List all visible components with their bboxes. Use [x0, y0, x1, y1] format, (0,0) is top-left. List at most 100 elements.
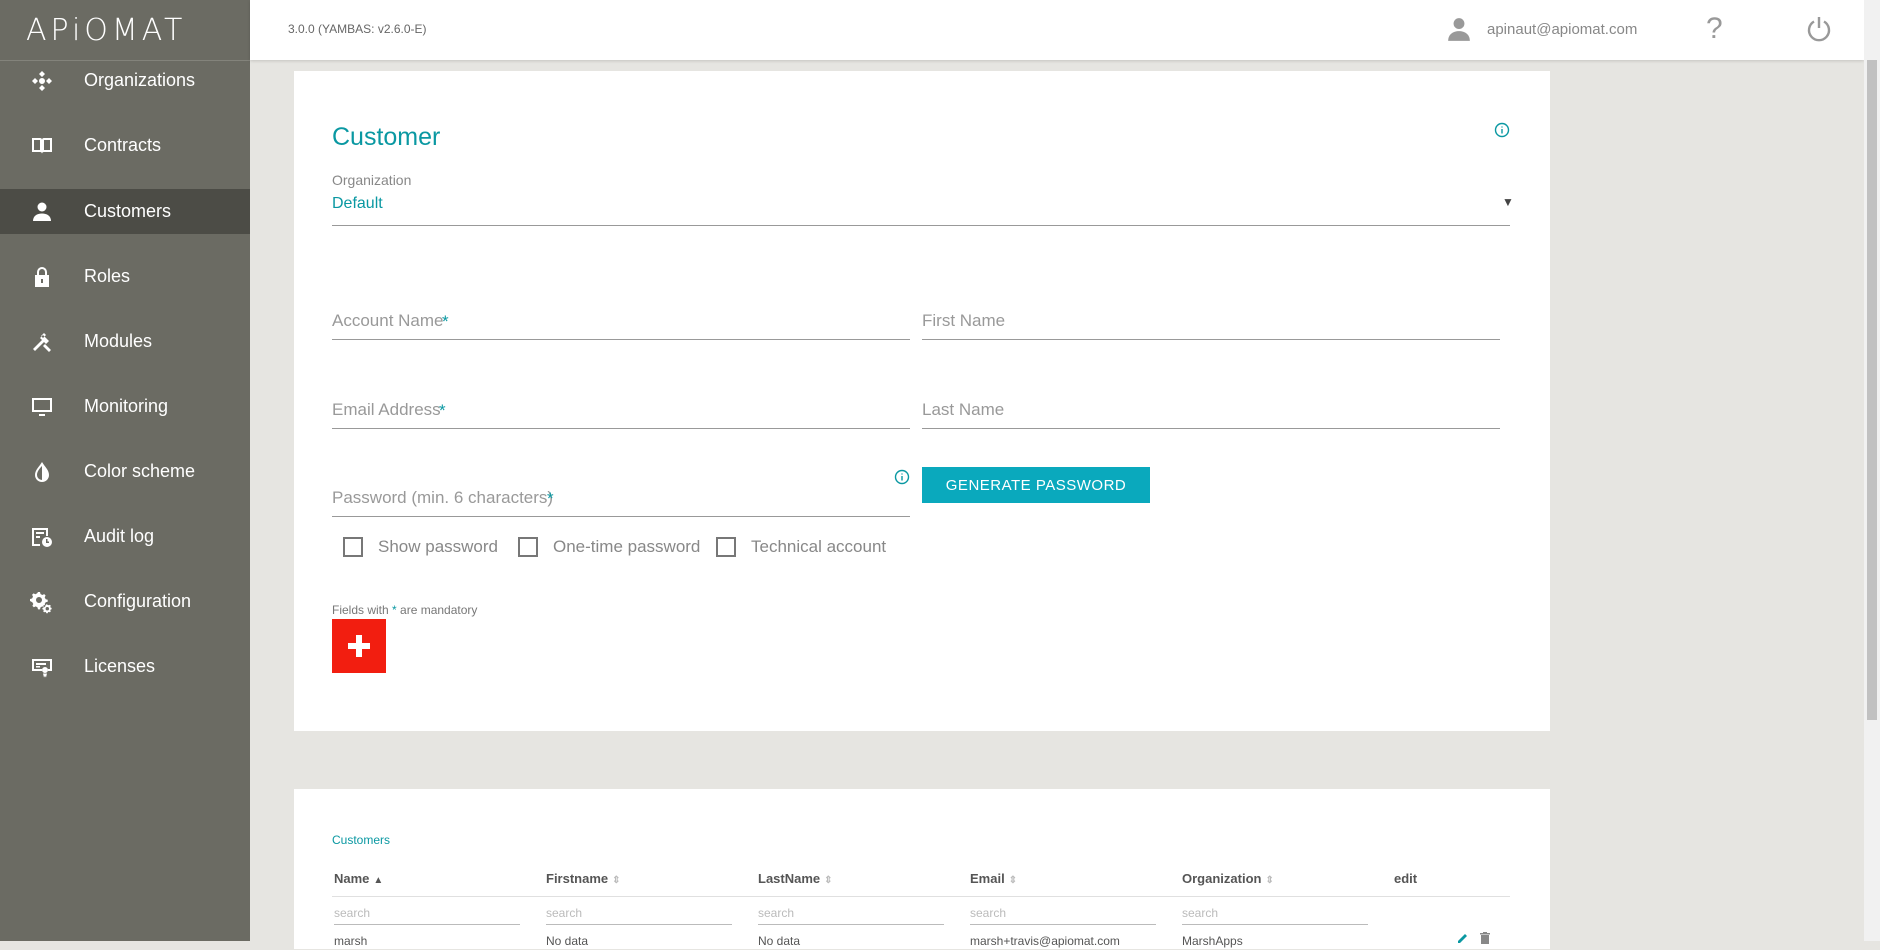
cell-name: marsh	[334, 934, 368, 948]
cell-organization: MarshApps	[1182, 934, 1243, 948]
sidebar-item-roles[interactable]: Roles	[0, 254, 250, 299]
cell-email: marsh+travis@apiomat.com	[970, 934, 1120, 948]
search-filter-firstname[interactable]	[546, 904, 732, 925]
search-input[interactable]	[758, 906, 944, 920]
page-scrollbar[interactable]	[1864, 0, 1880, 941]
caret-down-icon[interactable]: ▼	[1502, 195, 1514, 209]
password-info-icon[interactable]	[894, 469, 910, 485]
sidebar-item-organizations[interactable]: Organizations	[0, 58, 250, 103]
column-label: Organization	[1182, 871, 1262, 886]
column-header-lastname[interactable]: LastName ⇕	[758, 871, 833, 886]
organizations-icon	[28, 67, 56, 95]
sidebar-item-configuration[interactable]: Configuration	[0, 579, 250, 624]
technical-account-checkbox[interactable]: Technical account	[716, 537, 886, 557]
sidebar-item-label: Monitoring	[84, 396, 169, 416]
license-icon	[28, 653, 56, 681]
column-label: Firstname	[546, 871, 609, 886]
first-name-field[interactable]	[922, 311, 1500, 340]
column-label: LastName	[758, 871, 821, 886]
book-icon	[28, 132, 56, 160]
customer-form-card: Customer Organization Default ▼ * * * GE…	[294, 71, 1550, 731]
one-time-password-checkbox[interactable]: One-time password	[518, 537, 700, 557]
search-filter-email[interactable]	[970, 904, 1156, 925]
column-label: Name	[334, 871, 370, 886]
sidebar-item-label: Color scheme	[84, 461, 196, 481]
search-input[interactable]	[970, 906, 1156, 920]
search-filter-name[interactable]	[334, 904, 520, 925]
info-icon[interactable]	[1494, 122, 1510, 138]
required-mark: *	[439, 401, 446, 420]
help-icon[interactable]: ?	[1706, 12, 1723, 46]
sidebar-item-label: Roles	[84, 266, 131, 286]
sidebar-item-label: Customers	[84, 201, 172, 221]
sidebar-item-label: Licenses	[84, 656, 156, 676]
checkbox-box[interactable]	[518, 537, 538, 557]
power-icon[interactable]	[1804, 14, 1834, 44]
search-input[interactable]	[334, 906, 520, 920]
add-customer-button[interactable]	[332, 619, 386, 673]
email-input[interactable]	[332, 400, 910, 420]
sidebar-item-customers[interactable]: Customers	[0, 189, 250, 234]
column-header-name[interactable]: Name ▲	[334, 871, 383, 886]
gears-icon	[28, 588, 56, 616]
organization-underline	[332, 225, 1510, 226]
sidebar-item-licenses[interactable]: Licenses	[0, 644, 250, 689]
search-filter-organization[interactable]	[1182, 904, 1368, 925]
sidebar-item-label: Modules	[84, 331, 153, 351]
trash-icon[interactable]	[1478, 931, 1492, 945]
search-input[interactable]	[1182, 906, 1368, 920]
form-title: Customer	[332, 123, 441, 151]
organization-select[interactable]: Default	[332, 195, 383, 213]
show-password-checkbox[interactable]: Show password	[343, 537, 498, 557]
sidebar-item-color-scheme[interactable]: Color scheme	[0, 449, 250, 494]
table-header-divider	[332, 896, 1510, 897]
audit-icon	[28, 523, 56, 551]
search-input[interactable]	[546, 906, 732, 920]
monitor-icon	[28, 393, 56, 421]
last-name-input[interactable]	[922, 400, 1500, 420]
sidebar-item-contracts[interactable]: Contracts	[0, 123, 250, 168]
search-filter-lastname[interactable]	[758, 904, 944, 925]
lock-icon	[28, 263, 56, 291]
password-input[interactable]	[332, 488, 910, 508]
password-field[interactable]: *	[332, 488, 910, 517]
sort-up-icon[interactable]: ▲	[373, 875, 383, 886]
last-name-field[interactable]	[922, 400, 1500, 429]
column-header-edit: edit	[1394, 871, 1417, 886]
checkbox-box[interactable]	[716, 537, 736, 557]
sidebar-item-label: Contracts	[84, 135, 162, 155]
sidebar-item-label: Audit log	[84, 526, 155, 546]
tools-icon	[28, 328, 56, 356]
checkbox-label: Show password	[378, 537, 499, 556]
account-name-field[interactable]: *	[332, 311, 910, 340]
checkbox-label: Technical account	[751, 537, 887, 556]
user-icon[interactable]	[1446, 16, 1472, 42]
sort-icon[interactable]: ⇕	[1265, 875, 1273, 886]
column-header-email[interactable]: Email ⇕	[970, 871, 1017, 886]
person-icon	[28, 198, 56, 226]
mandatory-suffix: are mandatory	[396, 603, 478, 617]
customers-table-card: Customers Name ▲ Firstname ⇕ LastName ⇕ Ema…	[294, 789, 1550, 949]
scrollbar-thumb[interactable]	[1867, 60, 1877, 720]
column-label: Email	[970, 871, 1005, 886]
mandatory-note: Fields with * are mandatory	[332, 603, 477, 617]
email-field[interactable]: *	[332, 400, 910, 429]
column-header-firstname[interactable]: Firstname ⇕	[546, 871, 621, 886]
sort-icon[interactable]: ⇕	[612, 875, 620, 886]
checkbox-box[interactable]	[343, 537, 363, 557]
first-name-input[interactable]	[922, 311, 1500, 331]
column-header-organization[interactable]: Organization ⇕	[1182, 871, 1274, 886]
sort-icon[interactable]: ⇕	[1009, 875, 1017, 886]
sidebar-item-audit-log[interactable]: Audit log	[0, 514, 250, 559]
logo[interactable]: APiOMAT	[0, 0, 250, 61]
account-name-input[interactable]	[332, 311, 910, 331]
sort-icon[interactable]: ⇕	[824, 875, 832, 886]
organization-label: Organization	[332, 172, 412, 188]
top-bar: 3.0.0 (YAMBAS: v2.6.0-E) apinaut@apiomat…	[250, 0, 1864, 60]
user-email[interactable]: apinaut@apiomat.com	[1487, 21, 1637, 38]
edit-icon[interactable]	[1456, 931, 1470, 945]
generate-password-button[interactable]: GENERATE PASSWORD	[922, 467, 1150, 503]
sidebar-item-monitoring[interactable]: Monitoring	[0, 384, 250, 429]
sidebar-item-modules[interactable]: Modules	[0, 319, 250, 364]
table-title: Customers	[332, 833, 391, 847]
